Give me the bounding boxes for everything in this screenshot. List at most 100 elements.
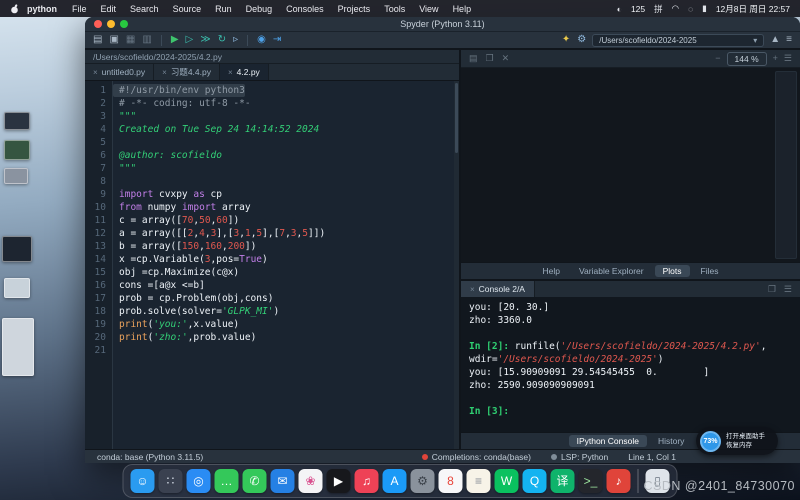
preferences-icon[interactable]: ⚙ [577,35,586,45]
dock-icon-wechat[interactable]: W [495,469,519,493]
zoom-in-icon[interactable]: + [773,54,778,63]
tab-help[interactable]: Help [535,265,568,277]
menu-run[interactable]: Run [208,4,239,14]
menu-tools[interactable]: Tools [377,4,412,14]
tab-plots[interactable]: Plots [655,265,690,277]
desktop-window-thumbnail[interactable] [2,236,32,262]
completions-status[interactable]: Completions: conda(base) [422,452,531,462]
dock-icon-settings[interactable]: ⚙ [411,469,435,493]
editor-scrollbar[interactable] [454,81,459,449]
run-file-icon[interactable]: ▶ [171,35,179,45]
toolbar-right-cluster: ✦ ⚙ /Users/scofieldo/2024-2025 ▾ ▲ ≡ [562,34,792,47]
dock-icon-tv[interactable]: ▶ [327,469,351,493]
save-all-icon[interactable]: ▥ [142,35,151,45]
run-cell-icon[interactable]: ▷ [186,35,194,45]
desktop-window-thumbnail[interactable] [4,112,30,130]
dock-icon-messages[interactable]: … [215,469,239,493]
browse-directory-icon[interactable]: ▲ [770,35,780,45]
tab-close-icon[interactable]: × [228,68,233,77]
dock-icon-netease-music[interactable]: ♪ [607,469,631,493]
lsp-status[interactable]: LSP: Python [551,452,608,462]
dock-icon-safari[interactable]: ◎ [187,469,211,493]
tab-variable-explorer[interactable]: Variable Explorer [571,265,652,277]
menu-help[interactable]: Help [446,4,479,14]
desktop-window-thumbnail[interactable] [4,278,30,298]
debug-step-icon[interactable]: ⇥ [273,35,281,45]
run-cell-advance-icon[interactable]: ≫ [200,35,210,45]
run-selection-icon[interactable]: ▹ [233,35,238,45]
new-file-icon[interactable]: ▤ [93,35,102,45]
tab-files[interactable]: Files [693,265,727,277]
dock-icon-terminal[interactable]: >_ [579,469,603,493]
plot-thumbnails-strip[interactable] [775,71,797,259]
debug-file-icon[interactable]: ◉ [257,35,266,45]
menu-file[interactable]: File [65,4,94,14]
menubar-clock[interactable]: 12月8日 周日 22:57 [716,3,790,15]
parent-directory-icon[interactable]: ≡ [786,35,792,45]
window-titlebar[interactable]: Spyder (Python 3.11) [85,17,800,32]
dock-icon-mail[interactable]: ✉ [271,469,295,493]
scrollbar-thumb[interactable] [455,83,458,153]
menu-debug[interactable]: Debug [239,4,280,14]
wifi-icon[interactable]: ◠ [672,3,679,14]
fullscreen-window-button[interactable] [120,20,128,28]
new-console-icon[interactable]: ❐ [768,285,776,294]
input-method-icon[interactable]: 拼 [654,3,663,15]
working-directory-select[interactable]: /Users/scofieldo/2024-2025 ▾ [592,34,764,47]
dock-icon-photos[interactable]: ❀ [299,469,323,493]
open-file-icon[interactable]: ▣ [109,35,118,45]
close-console-icon[interactable]: × [470,285,475,294]
battery-icon[interactable]: ▮ [702,3,707,14]
console-pane: × Console 2/A ❐ ☰ you: [20. 30.]zho: 336… [461,279,800,449]
search-icon[interactable]: ◌ [688,4,693,14]
minimize-window-button[interactable] [107,20,115,28]
menu-projects[interactable]: Projects [331,4,378,14]
save-plot-icon[interactable]: ▤ [469,54,478,63]
memory-cleaner-widget[interactable]: 73% 打开桌面助手 恢复内存 [696,427,778,455]
conda-env-status[interactable]: conda: base (Python 3.11.5) [97,452,203,462]
desktop-window-thumbnail[interactable] [4,168,28,184]
dock-icon-translate[interactable]: 译 [551,469,575,493]
code-token: obj =cp.Maximize(c@x) [119,267,239,278]
save-icon[interactable]: ▦ [126,35,135,45]
plots-options-icon[interactable]: ☰ [784,54,792,63]
close-window-button[interactable] [94,20,102,28]
status-value[interactable]: 125 [631,4,645,14]
menu-edit[interactable]: Edit [94,4,124,14]
dock-icon-finder[interactable]: ☺ [131,469,155,493]
rerun-cell-icon[interactable]: ↻ [218,35,226,45]
tab-history[interactable]: History [650,435,692,447]
menu-source[interactable]: Source [166,4,209,14]
desktop-window-thumbnail[interactable] [4,140,30,160]
dock-icon-launchpad[interactable]: ∷ [159,469,183,493]
dock-icon-calendar[interactable]: 8 [439,469,463,493]
dock-icon-notes[interactable]: ≡ [467,469,491,493]
desktop-window-thumbnail[interactable] [2,318,34,376]
zoom-level[interactable]: 144 % [727,52,767,66]
dock-icon-facetime[interactable]: ✆ [243,469,267,493]
code-area[interactable]: 1#!/usr/bin/env python32# -*- coding: ut… [85,81,459,449]
python-env-icon[interactable]: ✦ [562,35,570,45]
menu-search[interactable]: Search [123,4,166,14]
zoom-out-icon[interactable]: − [715,54,720,63]
dock-icon-app-store[interactable]: A [383,469,407,493]
menu-view[interactable]: View [412,4,445,14]
editor-tab-untitled0-py[interactable]: ×untitled0.py [85,64,154,80]
console-menu-icon[interactable]: ☰ [784,285,792,294]
display-icon[interactable]: ◐ [617,4,622,14]
tab-ipython-console[interactable]: IPython Console [569,435,647,447]
console-output[interactable]: you: [20. 30.]zho: 3360.0In [2]: runfile… [461,297,800,432]
menu-app-name[interactable]: python [23,4,65,14]
editor-tab-4-4-py[interactable]: ×习题4.4.py [154,64,220,80]
dock-icon-music[interactable]: ♫ [355,469,379,493]
dock-icon-qq[interactable]: Q [523,469,547,493]
copy-plot-icon[interactable]: ❐ [486,54,494,63]
remove-plot-icon[interactable]: ✕ [502,54,510,63]
code-token: 50 [199,215,210,226]
tab-close-icon[interactable]: × [93,68,98,77]
console-tab[interactable]: × Console 2/A [461,281,535,297]
menu-consoles[interactable]: Consoles [279,4,331,14]
tab-close-icon[interactable]: × [162,68,167,77]
apple-menu-icon[interactable] [10,4,19,14]
editor-tab-4-2-py[interactable]: ×4.2.py [220,64,269,80]
